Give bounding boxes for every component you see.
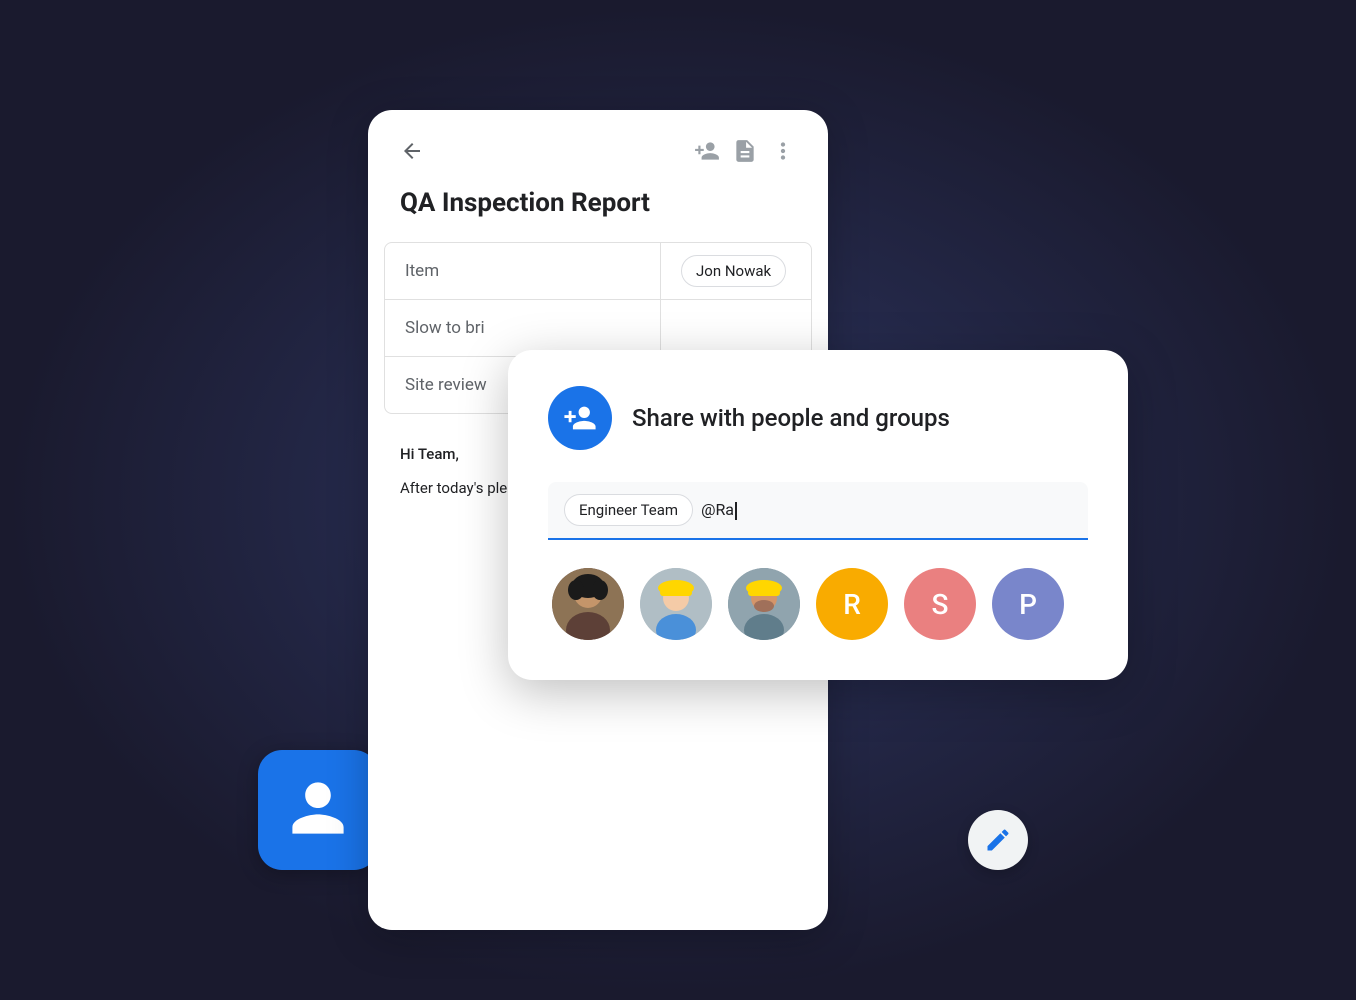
share-dialog: Share with people and groups Engineer Te… [508,350,1128,680]
table-row: Slow to bri [385,300,811,357]
blue-icon-card [258,750,378,870]
doc-nav-icons [694,138,796,164]
input-text-value: @Ra [701,500,734,519]
avatar-p[interactable]: P [992,568,1064,640]
engineer-team-chip[interactable]: Engineer Team [564,494,693,526]
edit-fab-button[interactable] [968,810,1028,870]
table-cell-item-label: Item [385,243,661,299]
share-header: Share with people and groups [548,386,1088,450]
back-button[interactable] [400,139,424,163]
add-person-button[interactable] [694,138,720,164]
text-cursor [735,502,737,520]
document-button[interactable] [732,138,758,164]
avatar-p-letter: P [1019,588,1037,621]
avatar-s[interactable]: S [904,568,976,640]
person-icon [286,776,350,844]
share-title: Share with people and groups [632,404,950,432]
share-input-area[interactable]: Engineer Team @Ra [548,482,1088,540]
table-cell-item-value: Jon Nowak [661,243,811,299]
table-cell-slow-label: Slow to bri [385,300,661,356]
avatar-person3[interactable] [728,568,800,640]
share-icon-circle [548,386,612,450]
avatar-person1[interactable] [552,568,624,640]
avatar-row: R S P [548,568,1088,640]
share-text-input[interactable]: @Ra [701,500,1072,520]
name-chip: Jon Nowak [681,255,786,287]
table-cell-slow-value [661,300,811,356]
avatar-person2[interactable] [640,568,712,640]
avatar-s-letter: S [932,588,949,621]
avatar-r[interactable]: R [816,568,888,640]
table-row: Item Jon Nowak [385,243,811,300]
avatar-r-letter: R [843,588,861,621]
more-options-button[interactable] [770,138,796,164]
doc-header [368,110,828,180]
page-title: QA Inspection Report [368,180,828,242]
